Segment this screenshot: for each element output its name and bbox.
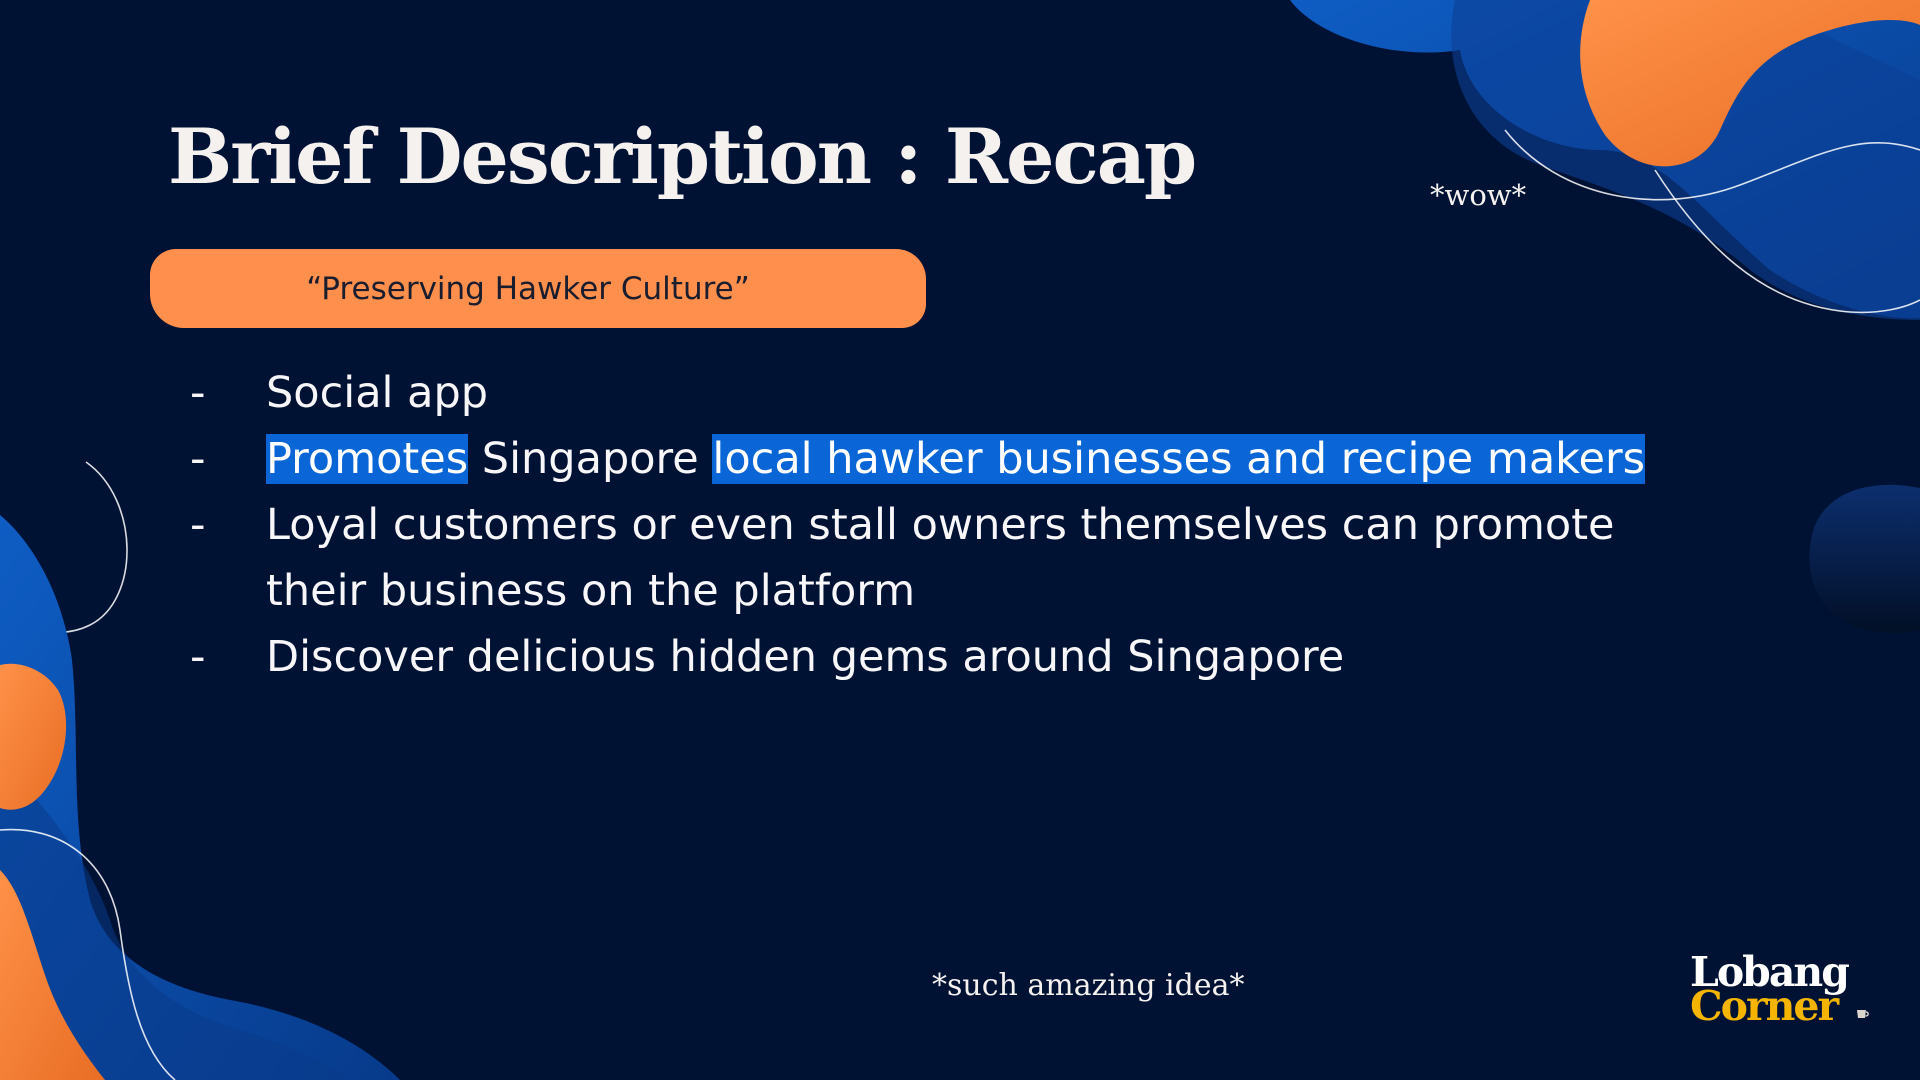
bullet-text-line: Social app bbox=[266, 368, 489, 418]
annotation-wow: *wow* bbox=[1430, 178, 1527, 212]
bullet-marker: - bbox=[190, 434, 206, 484]
bullet-text-segment: Singapore bbox=[468, 434, 713, 484]
bullet-marker: - bbox=[190, 500, 206, 550]
tagline-pill: “Preserving Hawker Culture” bbox=[150, 249, 926, 328]
tagline-text: “Preserving Hawker Culture” bbox=[306, 270, 750, 307]
annotation-amazing-idea: *such amazing idea* bbox=[932, 968, 1245, 1003]
slide: Brief Description : Recap *wow* “Preserv… bbox=[0, 0, 1920, 1080]
bullet-item: - Loyal customers or even stall owners th… bbox=[190, 492, 1760, 624]
lobang-corner-logo: Lobang Corner bbox=[1688, 950, 1869, 1030]
bullet-marker: - bbox=[190, 368, 206, 418]
logo-line-2: Corner bbox=[1690, 982, 1839, 1030]
bullet-list: - Social app - Promotes Singapore local haw… bbox=[190, 360, 1760, 690]
bullet-text-line: Discover delicious hidden gems around Si… bbox=[266, 632, 1345, 682]
highlighted-text: local hawker businesses and recipe maker… bbox=[712, 434, 1646, 484]
bullet-text-line: Promotes Singapore local hawker business… bbox=[266, 426, 1760, 492]
bullet-item: - Promotes Singapore local hawker busines… bbox=[190, 426, 1760, 492]
slide-title: Brief Description : Recap bbox=[168, 112, 1197, 201]
bullet-marker: - bbox=[190, 632, 206, 682]
bullet-item: - Social app bbox=[190, 360, 1760, 426]
highlighted-text: Promotes bbox=[266, 434, 469, 484]
bullet-text-line: their business on the platform bbox=[266, 566, 916, 616]
bullet-text-line: Loyal customers or even stall owners the… bbox=[266, 500, 1615, 550]
cup-icon bbox=[1857, 1010, 1869, 1018]
blob-right-middle bbox=[1809, 484, 1920, 633]
bullet-item: - Discover delicious hidden gems around S… bbox=[190, 624, 1760, 690]
